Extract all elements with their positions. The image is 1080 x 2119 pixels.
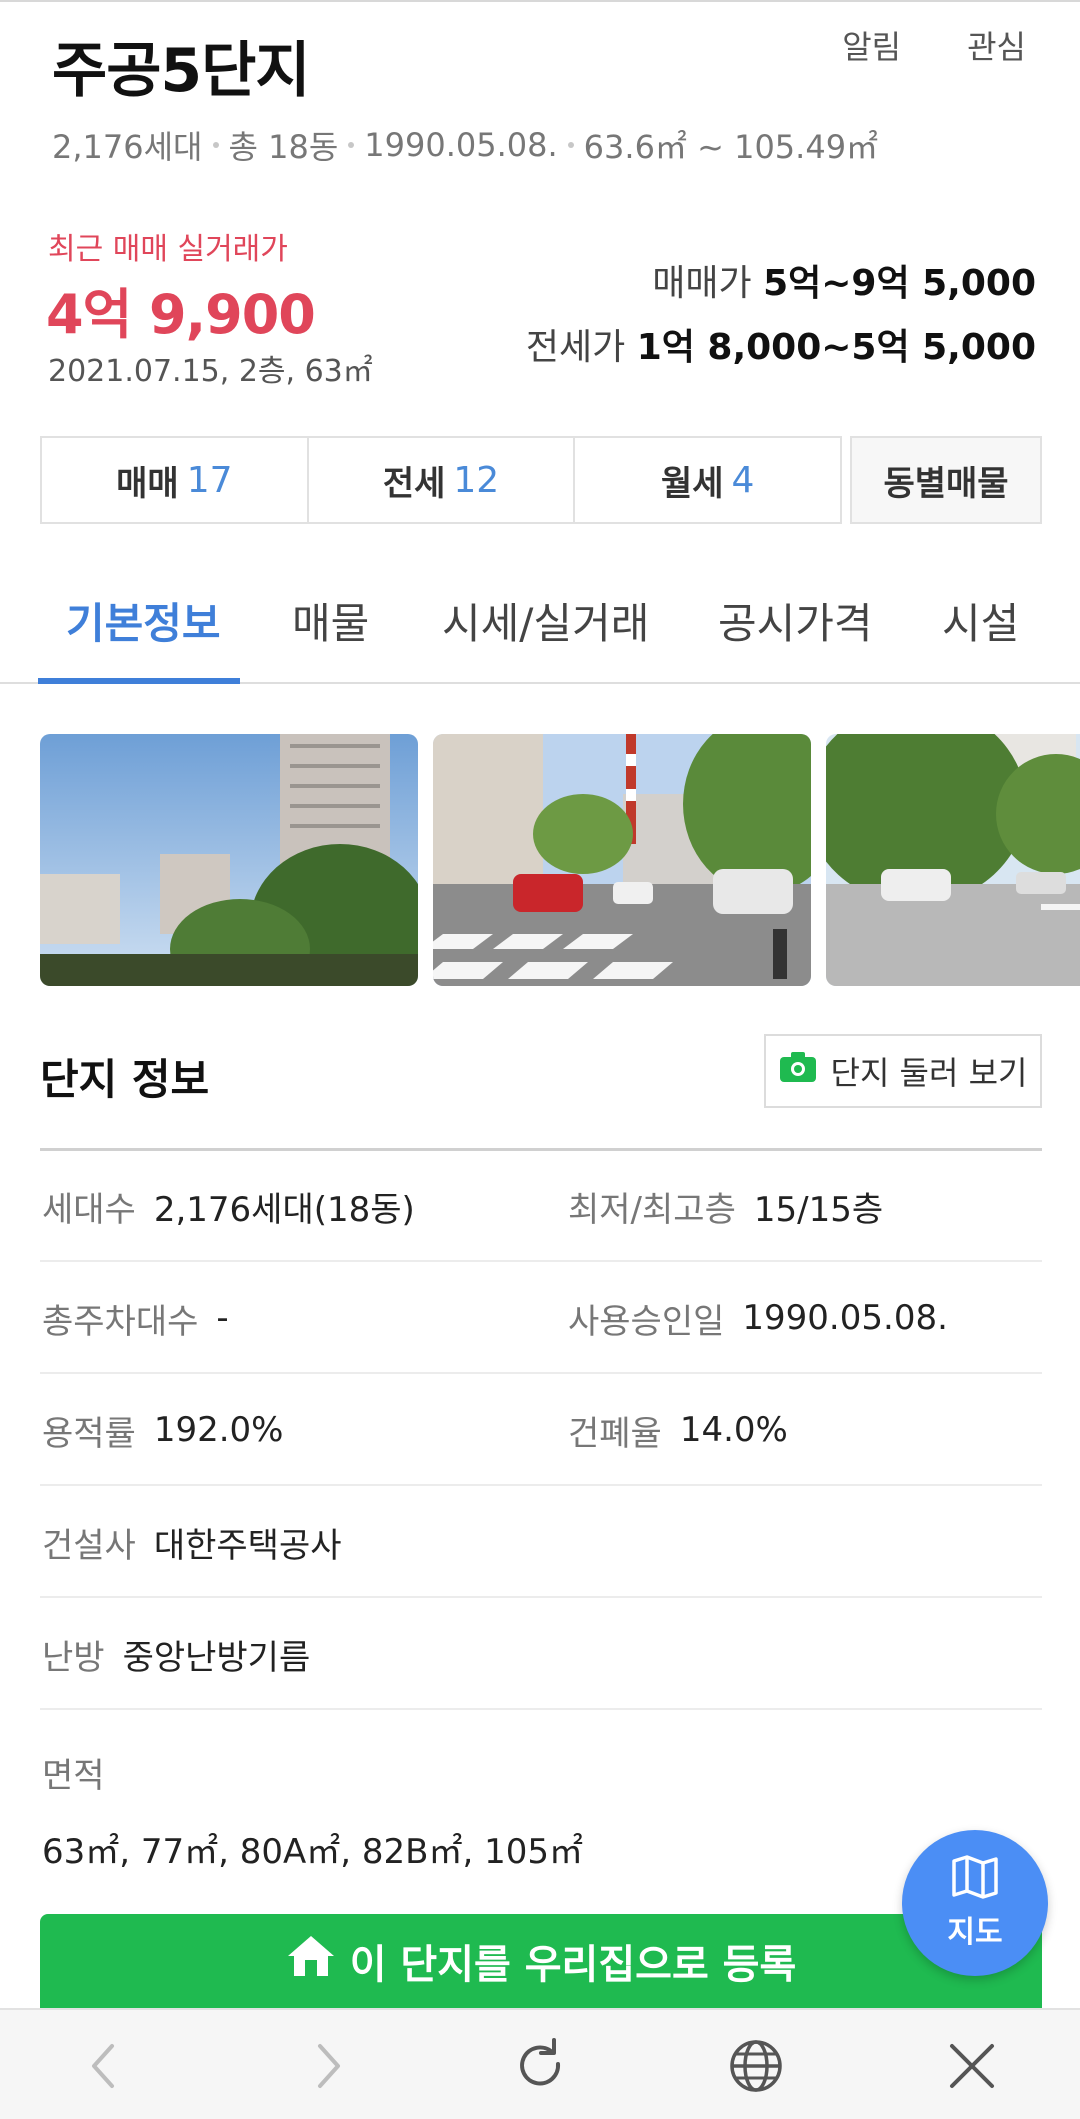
deal-tab-label: 매매 bbox=[116, 463, 179, 504]
info-key: 용적률 bbox=[42, 1413, 136, 1454]
deal-tab-label: 전세 bbox=[382, 463, 446, 504]
section-tabs: 기본정보 매물 시세/실거래 공시가격 시설 bbox=[0, 570, 1080, 684]
home-icon bbox=[286, 1934, 336, 1988]
jeonse-price-row: 전세가 1억 8,000~5억 5,000 bbox=[526, 316, 1036, 380]
info-row: 난방 중앙난방기름 bbox=[40, 1598, 1042, 1710]
info-cell-approval: 사용승인일 1990.05.08. bbox=[568, 1262, 948, 1374]
register-label: 이 단지를 우리집으로 등록 bbox=[349, 1942, 797, 1988]
deal-tab-monthly[interactable]: 월세 4 bbox=[575, 438, 840, 522]
info-cell-builder: 건설사 대한주택공사 bbox=[42, 1486, 342, 1598]
recent-price-label: 최근 매매 실거래가 bbox=[48, 232, 288, 267]
alarm-button[interactable]: 알림 bbox=[842, 22, 901, 68]
sale-price-label: 매매가 bbox=[652, 263, 752, 304]
complex-photo[interactable] bbox=[40, 734, 418, 986]
deal-tab-count: 12 bbox=[453, 459, 500, 501]
recent-price-value: 4억 9,900 bbox=[46, 283, 316, 346]
info-cell-floors: 최저/최고층 15/15층 bbox=[568, 1150, 883, 1262]
info-value: 중앙난방기름 bbox=[122, 1637, 311, 1678]
recent-price-meta: 2021.07.15, 2층, 63㎡ bbox=[48, 354, 373, 389]
buildings-summary: 총 18동 bbox=[228, 128, 339, 166]
back-icon[interactable] bbox=[72, 2034, 136, 2098]
info-row: 총주차대수 - 사용승인일 1990.05.08. bbox=[40, 1262, 1042, 1374]
deal-tab-jeonse[interactable]: 전세 12 bbox=[309, 438, 576, 522]
info-key: 건폐율 bbox=[568, 1413, 662, 1454]
header-actions: 알림 관심 bbox=[842, 22, 1026, 68]
info-value: - bbox=[216, 1298, 229, 1338]
map-icon bbox=[951, 1855, 999, 1907]
camera-icon bbox=[779, 1051, 817, 1091]
separator-dot bbox=[567, 142, 574, 148]
by-building-listings-button[interactable]: 동별매물 bbox=[850, 436, 1042, 524]
deal-tab-sale[interactable]: 매매 17 bbox=[42, 438, 309, 522]
complex-title: 주공5단지 bbox=[52, 36, 311, 106]
tab-listings[interactable]: 매물 bbox=[292, 590, 369, 651]
info-value: 192.0% bbox=[153, 1410, 284, 1450]
register-my-home-button[interactable]: 이 단지를 우리집으로 등록 bbox=[40, 1914, 1042, 2008]
reload-icon[interactable] bbox=[508, 2034, 572, 2098]
sale-price-row: 매매가 5억~9억 5,000 bbox=[526, 252, 1036, 316]
info-row: 건설사 대한주택공사 bbox=[40, 1486, 1042, 1598]
jeonse-price-label: 전세가 bbox=[525, 327, 626, 368]
info-key: 건설사 bbox=[42, 1525, 136, 1566]
tab-price-trades[interactable]: 시세/실거래 bbox=[442, 590, 649, 651]
info-value: 14.0% bbox=[679, 1410, 788, 1450]
active-tab-indicator bbox=[38, 678, 240, 684]
favorite-button[interactable]: 관심 bbox=[967, 22, 1026, 68]
info-value: 1990.05.08. bbox=[742, 1298, 948, 1338]
info-key: 최저/최고층 bbox=[568, 1189, 736, 1230]
map-button[interactable]: 지도 bbox=[902, 1830, 1048, 1976]
browser-toolbar bbox=[0, 2008, 1080, 2119]
globe-icon[interactable] bbox=[724, 2034, 788, 2098]
deal-tab-count: 17 bbox=[186, 459, 233, 501]
complex-tour-label: 단지 둘러 보기 bbox=[830, 1054, 1028, 1092]
info-key: 난방 bbox=[42, 1637, 105, 1678]
area-summary: 63.6㎡ ~ 105.49㎡ bbox=[583, 128, 879, 166]
complex-photo[interactable] bbox=[826, 734, 1080, 986]
tab-basic-info[interactable]: 기본정보 bbox=[66, 590, 221, 651]
info-row: 세대수 2,176세대(18동) 최저/최고층 15/15층 bbox=[40, 1150, 1042, 1262]
approval-summary: 1990.05.08. bbox=[364, 126, 558, 164]
deal-tab-label: 월세 bbox=[660, 463, 724, 504]
info-key: 사용승인일 bbox=[568, 1301, 725, 1342]
info-value: 대한주택공사 bbox=[153, 1525, 342, 1566]
info-cell-parking: 총주차대수 - bbox=[42, 1262, 229, 1374]
sale-price-value: 5억~9억 5,000 bbox=[763, 263, 1036, 304]
info-cell-households: 세대수 2,176세대(18동) bbox=[42, 1150, 415, 1262]
info-cell-building-coverage: 건폐율 14.0% bbox=[568, 1374, 788, 1486]
info-key: 총주차대수 bbox=[42, 1301, 199, 1342]
complex-summary: 2,176세대 총 18동 1990.05.08. 63.6㎡ ~ 105.49… bbox=[52, 122, 878, 168]
section-title-complex-info: 단지 정보 bbox=[40, 1055, 210, 1104]
info-key: 세대수 bbox=[42, 1189, 136, 1230]
jeonse-price-value: 1억 8,000~5억 5,000 bbox=[636, 327, 1036, 368]
households-summary: 2,176세대 bbox=[52, 128, 203, 166]
top-border bbox=[0, 0, 1080, 2]
separator-dot bbox=[212, 142, 219, 148]
photo-carousel[interactable] bbox=[0, 734, 1080, 986]
map-button-label: 지도 bbox=[947, 1915, 1003, 1950]
info-row: 용적률 192.0% 건폐율 14.0% bbox=[40, 1374, 1042, 1486]
tab-official-price[interactable]: 공시가격 bbox=[718, 590, 873, 651]
info-value: 15/15층 bbox=[753, 1189, 884, 1230]
info-cell-heating: 난방 중앙난방기름 bbox=[42, 1598, 310, 1710]
close-icon[interactable] bbox=[940, 2034, 1004, 2098]
forward-icon[interactable] bbox=[296, 2034, 360, 2098]
info-cell-floor-area-ratio: 용적률 192.0% bbox=[42, 1374, 284, 1486]
complex-tour-button[interactable]: 단지 둘러 보기 bbox=[764, 1034, 1042, 1108]
complex-photo[interactable] bbox=[433, 734, 811, 986]
price-range: 매매가 5억~9억 5,000 전세가 1억 8,000~5억 5,000 bbox=[526, 252, 1036, 380]
deal-type-tabs: 매매 17 전세 12 월세 4 bbox=[40, 436, 842, 524]
separator-dot bbox=[348, 142, 355, 148]
area-label: 면적 bbox=[42, 1756, 105, 1796]
info-value: 2,176세대(18동) bbox=[153, 1189, 415, 1230]
deal-tab-count: 4 bbox=[731, 459, 755, 501]
tab-facilities[interactable]: 시설 bbox=[942, 590, 1019, 651]
area-value: 63㎡, 77㎡, 80A㎡, 82B㎡, 105㎡ bbox=[42, 1832, 583, 1872]
